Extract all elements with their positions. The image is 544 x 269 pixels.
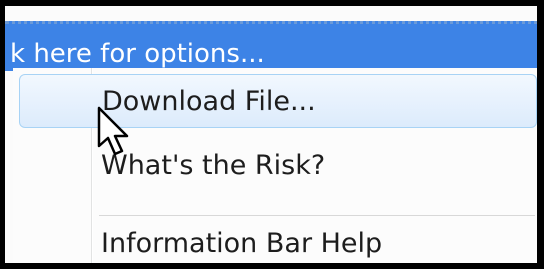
context-menu: Download File... What's the Risk? Inform… (13, 68, 537, 263)
menu-item-information-bar-help[interactable]: Information Bar Help (13, 216, 537, 263)
menu-item-label: Information Bar Help (101, 228, 383, 259)
arrow-pointer-icon (97, 106, 129, 156)
screenshot-frame: k here for options... Download File... W… (0, 0, 544, 269)
information-bar-text[interactable]: k here for options... (10, 39, 265, 69)
menu-item-whats-the-risk[interactable]: What's the Risk? (13, 138, 537, 192)
information-bar[interactable]: k here for options... (5, 21, 537, 71)
